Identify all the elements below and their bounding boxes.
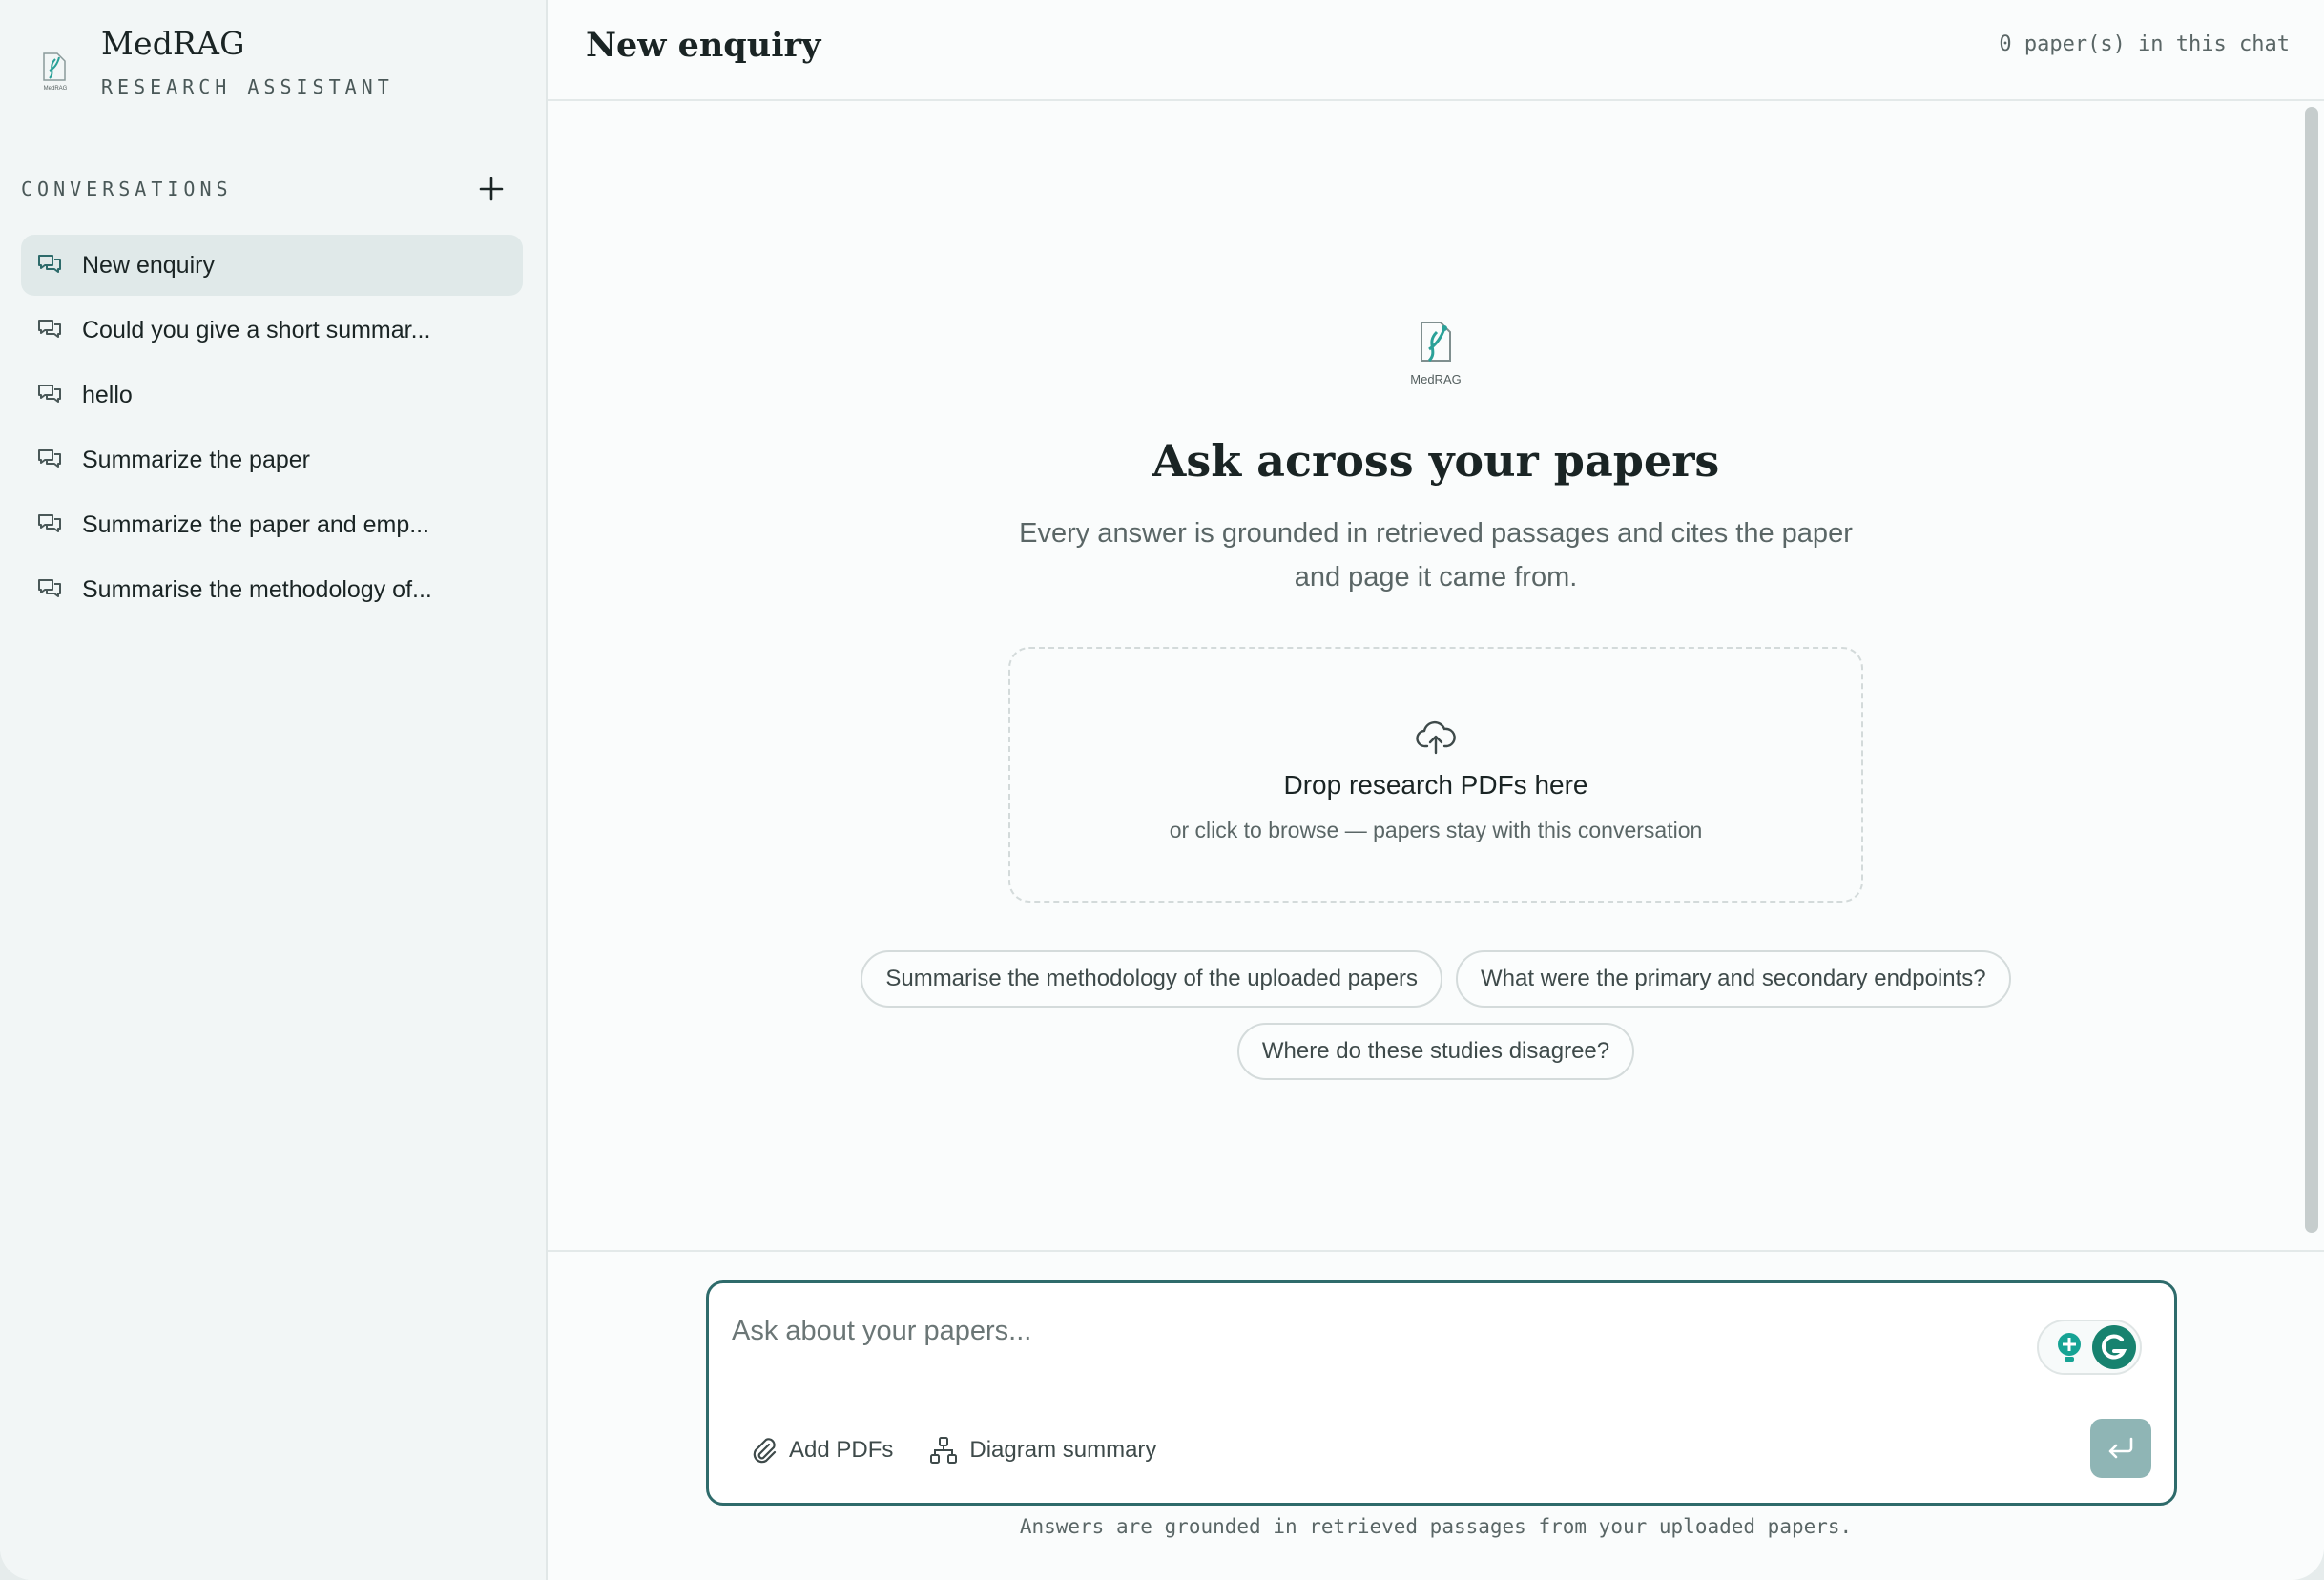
lightbulb-icon	[2058, 1333, 2081, 1362]
chat-bubbles-icon	[38, 385, 61, 403]
medrag-logo-icon: MedRAG	[43, 52, 68, 92]
paper-count: 0 paper(s) in this chat	[1999, 31, 2290, 56]
paperclip-icon	[753, 1438, 777, 1464]
grammarly-icon	[2092, 1325, 2136, 1369]
medrag-logo-icon	[1421, 322, 1451, 363]
conversation-label: hello	[82, 381, 133, 408]
conversation-item[interactable]: hello	[21, 364, 523, 426]
chat-bubbles-icon	[38, 255, 61, 273]
conversation-label: Summarize the paper and emp...	[82, 510, 430, 538]
diagram-summary-button[interactable]: Diagram summary	[929, 1436, 1156, 1465]
dropzone-title: Drop research PDFs here	[1283, 769, 1588, 800]
suggestion-chip[interactable]: Where do these studies disagree?	[1236, 1023, 1635, 1080]
app-window: MedRAG MedRAG RESEARCH ASSISTANT CONVERS…	[0, 0, 2324, 1580]
empty-state: MedRAG Ask across your papers Every answ…	[548, 101, 2324, 1080]
conversation-item[interactable]: New enquiry	[21, 235, 523, 296]
hero-title: Ask across your papers	[1152, 435, 1720, 487]
cloud-upload-icon	[1416, 720, 1456, 754]
conversation-label: Summarize the paper	[82, 446, 311, 473]
add-pdfs-label: Add PDFs	[789, 1437, 894, 1463]
composer-tools: Add PDFs Diagram summary	[749, 1436, 1193, 1465]
diagram-summary-label: Diagram summary	[969, 1437, 1157, 1463]
conversation-item[interactable]: Summarize the paper	[21, 429, 523, 490]
add-pdfs-button[interactable]: Add PDFs	[749, 1436, 893, 1465]
composer: Add PDFs Diagram summary	[706, 1280, 2177, 1506]
writing-assistant-badge[interactable]	[2037, 1320, 2142, 1375]
conversation-item[interactable]: Summarize the paper and emp...	[21, 494, 523, 555]
plus-icon	[479, 177, 504, 201]
question-input[interactable]	[732, 1312, 2048, 1350]
brand-logo-text: MedRAG	[44, 86, 68, 92]
conversations-title: CONVERSATIONS	[21, 177, 233, 200]
conversation-item[interactable]: Summarise the methodology of...	[21, 559, 523, 620]
chat-bubbles-icon	[38, 514, 61, 532]
conversation-label: Summarise the methodology of...	[82, 575, 432, 603]
scrollbar[interactable]	[2305, 107, 2318, 1233]
brand[interactable]: MedRAG MedRAG RESEARCH ASSISTANT	[38, 25, 394, 98]
chat-bubbles-icon	[38, 320, 61, 338]
chat-bubbles-icon	[38, 449, 61, 468]
conversation-list: New enquiry Could you give a short summa…	[21, 235, 523, 624]
dropzone-subtitle: or click to browse — papers stay with th…	[1169, 817, 1703, 842]
conversation-label: New enquiry	[82, 251, 215, 279]
conversation-item[interactable]: Could you give a short summar...	[21, 300, 523, 361]
main-panel: New enquiry 0 paper(s) in this chat MedR…	[548, 0, 2324, 1580]
pdf-dropzone[interactable]: Drop research PDFs here or click to brow…	[1008, 647, 1863, 903]
chat-bubbles-icon	[38, 579, 61, 597]
suggestion-chips: Summarise the methodology of the uploade…	[816, 950, 2056, 1080]
page-title: New enquiry	[586, 25, 821, 65]
chat-scroll-area: MedRAG Ask across your papers Every answ…	[548, 101, 2324, 1250]
sidebar: MedRAG MedRAG RESEARCH ASSISTANT CONVERS…	[0, 0, 548, 1580]
hero-logo-text: MedRAG	[1410, 372, 1462, 386]
send-button[interactable]	[2090, 1419, 2151, 1478]
brand-title: MedRAG	[101, 25, 245, 62]
suggestion-chip[interactable]: What were the primary and secondary endp…	[1456, 950, 2011, 1008]
enter-icon	[2108, 1437, 2133, 1459]
hero-description: Every answer is grounded in retrieved pa…	[1019, 518, 1853, 592]
diagram-icon	[930, 1437, 958, 1464]
brand-subtitle: RESEARCH ASSISTANT	[101, 75, 394, 98]
top-bar: New enquiry 0 paper(s) in this chat	[548, 0, 2324, 101]
composer-area: Add PDFs Diagram summary	[548, 1250, 2324, 1580]
conversation-label: Could you give a short summar...	[82, 316, 431, 343]
new-conversation-button[interactable]	[475, 173, 508, 205]
grounding-footnote: Answers are grounded in retrieved passag…	[1019, 1515, 1853, 1538]
conversations-header: CONVERSATIONS	[21, 175, 508, 203]
hero-logo: MedRAG	[1398, 319, 1474, 395]
suggestion-chip[interactable]: Summarise the methodology of the uploade…	[861, 950, 1443, 1008]
